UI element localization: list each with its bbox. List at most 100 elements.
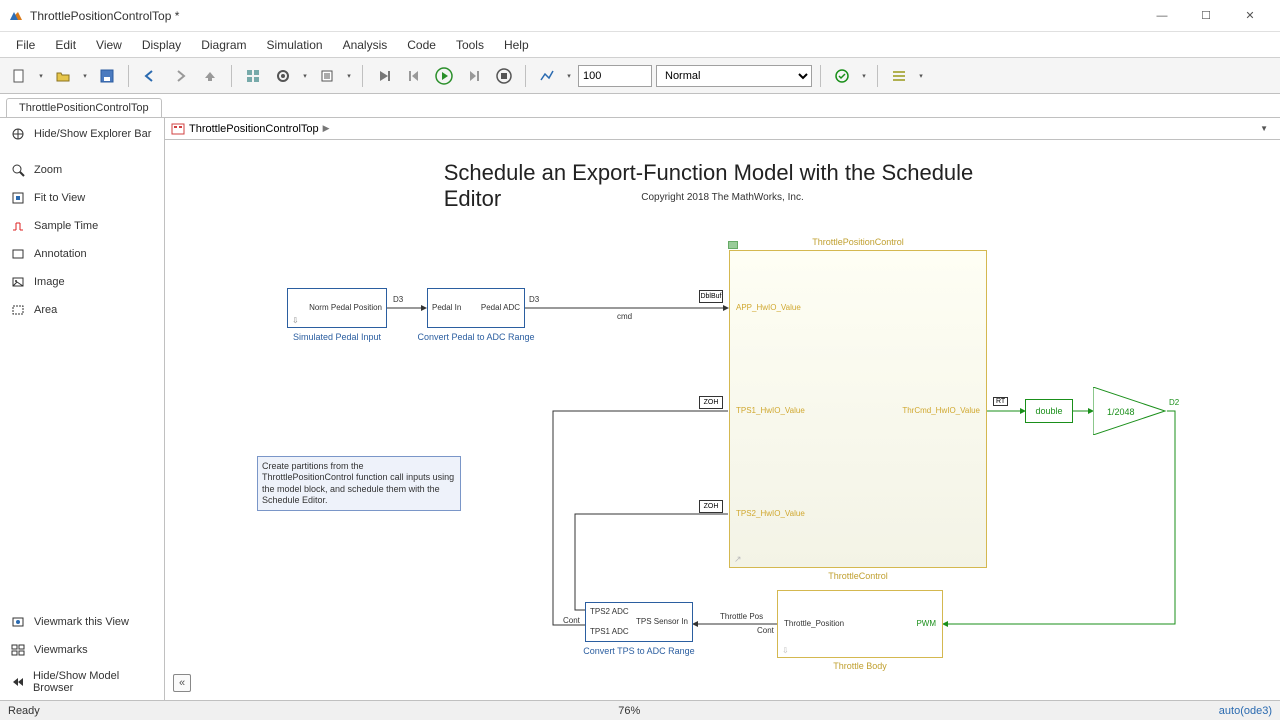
sample-time-icon xyxy=(10,218,26,234)
save-button[interactable] xyxy=(94,63,120,89)
label-convert-tps: Convert TPS to ADC Range xyxy=(575,646,703,656)
breadcrumb-root[interactable]: ThrottlePositionControlTop xyxy=(189,123,319,135)
menu-edit[interactable]: Edit xyxy=(45,35,86,55)
step-back-button[interactable] xyxy=(401,63,427,89)
fast-restart-button[interactable] xyxy=(371,63,397,89)
menu-tools[interactable]: Tools xyxy=(446,35,494,55)
breadcrumb-chevron-icon: ▶ xyxy=(323,123,330,134)
port-pedal-in: Pedal In xyxy=(432,303,461,312)
schedule-editor-button[interactable] xyxy=(886,63,912,89)
sidebar-explorer-label: Hide/Show Explorer Bar xyxy=(34,128,151,140)
label-simulated-pedal: Simulated Pedal Input xyxy=(287,332,387,342)
menu-bar: File Edit View Display Diagram Simulatio… xyxy=(0,32,1280,58)
menu-view[interactable]: View xyxy=(86,35,132,55)
breadcrumb-expand[interactable]: ▼ xyxy=(1260,124,1274,133)
status-bar: Ready 76% auto(ode3) xyxy=(0,700,1280,720)
sidebar-viewmarks[interactable]: Viewmarks xyxy=(0,636,164,664)
area-icon xyxy=(10,302,26,318)
sidebar-sample-time[interactable]: Sample Time xyxy=(0,212,164,240)
port-tps2-hwio: TPS2_HwIO_Value xyxy=(736,509,805,518)
menu-analysis[interactable]: Analysis xyxy=(333,35,398,55)
log-button[interactable] xyxy=(314,63,340,89)
sidebar-fit-label: Fit to View xyxy=(34,192,85,204)
signal-cmd: cmd xyxy=(617,312,632,321)
stop-button[interactable] xyxy=(491,63,517,89)
block-throttle-position-control[interactable]: ThrottlePositionControl ThrottleControl … xyxy=(729,250,987,568)
rate-cont-b: Cont xyxy=(757,626,774,635)
block-convert-pedal[interactable]: Pedal In Pedal ADC xyxy=(427,288,525,328)
rate-dblbuf: DblBuf xyxy=(699,290,723,303)
run-button[interactable] xyxy=(431,63,457,89)
schedule-dropdown[interactable]: ▾ xyxy=(916,72,926,80)
block-simulated-pedal-input[interactable]: Norm Pedal Position ⇩ xyxy=(287,288,387,328)
port-throttle-position: Throttle_Position xyxy=(784,619,844,628)
build-dropdown[interactable]: ▾ xyxy=(859,72,869,80)
maximize-button[interactable]: ☐ xyxy=(1184,2,1228,30)
sidebar-image[interactable]: Image xyxy=(0,268,164,296)
library-button[interactable] xyxy=(240,63,266,89)
status-solver[interactable]: auto(ode3) xyxy=(1219,705,1272,717)
port-tps1-adc: TPS1 ADC xyxy=(590,627,629,636)
config-dropdown[interactable]: ▾ xyxy=(300,72,310,80)
port-app-hwio: APP_HwIO_Value xyxy=(736,303,801,312)
menu-file[interactable]: File xyxy=(6,35,45,55)
menu-help[interactable]: Help xyxy=(494,35,539,55)
tpc-footer: ThrottleControl xyxy=(828,571,888,581)
sidebar-area[interactable]: Area xyxy=(0,296,164,324)
sidebar-zoom[interactable]: Zoom xyxy=(0,156,164,184)
inspector-dropdown[interactable]: ▾ xyxy=(564,72,574,80)
sim-mode-select[interactable]: Normal xyxy=(656,65,812,87)
sidebar-explorer[interactable]: Hide/Show Explorer Bar xyxy=(0,120,164,148)
sidebar-fit[interactable]: Fit to View xyxy=(0,184,164,212)
block-convert-tps[interactable]: TPS Sensor In TPS2 ADC TPS1 ADC xyxy=(585,602,693,642)
sidebar-model-browser[interactable]: Hide/Show Model Browser xyxy=(0,664,164,700)
sidebar-viewmark-this[interactable]: Viewmark this View xyxy=(0,608,164,636)
log-dropdown[interactable]: ▾ xyxy=(344,72,354,80)
viewmarks-icon xyxy=(10,642,26,658)
canvas-fullscreen-toggle[interactable]: « xyxy=(173,674,191,692)
annotation-icon xyxy=(10,246,26,262)
viewmark-this-icon xyxy=(10,614,26,630)
block-gain[interactable]: 1/2048 xyxy=(1093,387,1169,440)
stop-time-input[interactable] xyxy=(578,65,652,87)
port-thrcmd-hwio: ThrCmd_HwIO_Value xyxy=(902,406,980,415)
port-throttle-pos: Throttle Pos xyxy=(720,612,763,621)
rate-d2: D2 xyxy=(1169,398,1179,407)
menu-simulation[interactable]: Simulation xyxy=(257,35,333,55)
minimize-button[interactable]: — xyxy=(1140,2,1184,30)
sidebar-annotation[interactable]: Annotation xyxy=(0,240,164,268)
sidebar-viewmark-this-label: Viewmark this View xyxy=(34,616,129,628)
build-button[interactable] xyxy=(829,63,855,89)
body-title: Throttle Body xyxy=(833,661,887,671)
port-pwm: PWM xyxy=(916,619,936,628)
open-dropdown[interactable]: ▾ xyxy=(80,72,90,80)
forward-button[interactable] xyxy=(167,63,193,89)
breadcrumb: ThrottlePositionControlTop ▶ ▼ xyxy=(165,118,1280,140)
block-double-cast[interactable]: double xyxy=(1025,399,1073,423)
sidebar-area-label: Area xyxy=(34,304,57,316)
sidebar-image-label: Image xyxy=(34,276,65,288)
up-button[interactable] xyxy=(197,63,223,89)
menu-diagram[interactable]: Diagram xyxy=(191,35,256,55)
block-throttle-body[interactable]: Throttle Body Throttle_Position PWM ⇩ xyxy=(777,590,943,658)
port-pedal-adc: Pedal ADC xyxy=(481,303,520,312)
zoom-icon xyxy=(10,162,26,178)
menu-code[interactable]: Code xyxy=(397,35,446,55)
back-button[interactable] xyxy=(137,63,163,89)
new-dropdown[interactable]: ▾ xyxy=(36,72,46,80)
menu-display[interactable]: Display xyxy=(132,35,191,55)
app-icon xyxy=(8,8,24,24)
open-button[interactable] xyxy=(50,63,76,89)
breadcrumb-model-icon xyxy=(171,122,185,136)
tpc-title: ThrottlePositionControl xyxy=(812,237,904,247)
status-ready: Ready xyxy=(8,705,40,717)
close-button[interactable]: ✕ xyxy=(1228,2,1272,30)
model-tab[interactable]: ThrottlePositionControlTop xyxy=(6,98,162,117)
new-button[interactable] xyxy=(6,63,32,89)
step-forward-button[interactable] xyxy=(461,63,487,89)
model-config-button[interactable] xyxy=(270,63,296,89)
data-inspector-button[interactable] xyxy=(534,63,560,89)
status-zoom: 76% xyxy=(618,705,640,717)
model-canvas[interactable]: Schedule an Export-Function Model with t… xyxy=(165,140,1280,700)
annotation-box[interactable]: Create partitions from the ThrottlePosit… xyxy=(257,456,461,511)
